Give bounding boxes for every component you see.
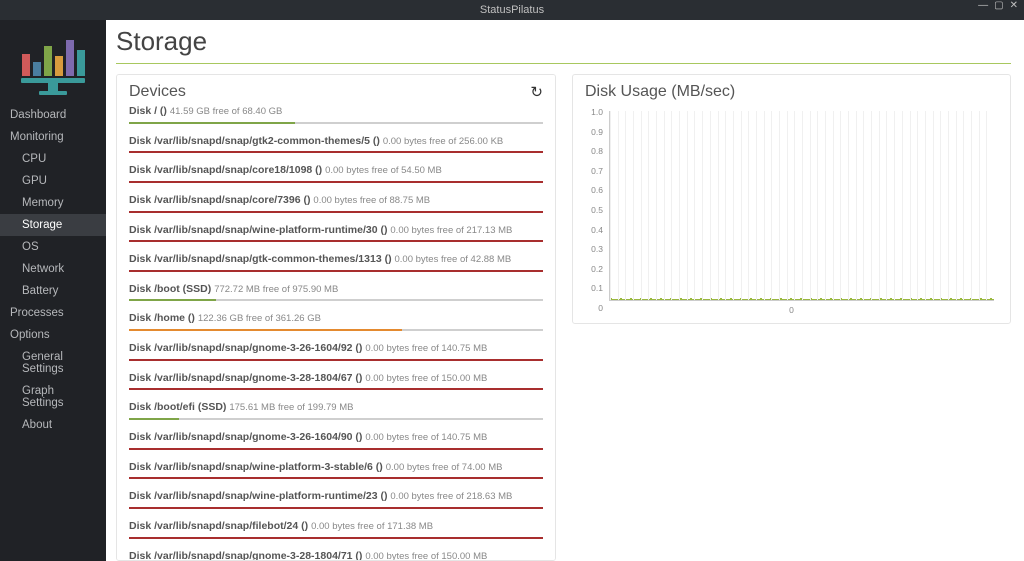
sidebar-item-dashboard[interactable]: Dashboard — [0, 104, 106, 126]
device-bar — [129, 359, 543, 361]
device-bar — [129, 329, 543, 331]
device-row: Disk /var/lib/snapd/snap/wine-platform-r… — [129, 224, 543, 243]
device-bar — [129, 151, 543, 153]
sidebar-nav: DashboardMonitoringCPUGPUMemoryStorageOS… — [0, 104, 106, 436]
sidebar: DashboardMonitoringCPUGPUMemoryStorageOS… — [0, 20, 106, 561]
disk-usage-panel: Disk Usage (MB/sec) 1.0 0.9 0.8 0.7 0.6 0.5 0.… — [572, 74, 1011, 324]
device-label: Disk /var/lib/snapd/snap/gnome-3-26-1604… — [129, 431, 543, 445]
devices-list: Disk / () 41.59 GB free of 68.40 GB Disk … — [129, 105, 543, 561]
device-bar — [129, 507, 543, 509]
minimize-icon[interactable]: — — [978, 0, 988, 11]
device-label: Disk /home () 122.36 GB free of 361.26 G… — [129, 312, 543, 326]
devices-panel: Devices ↻ Disk / () 41.59 GB free of 68.… — [116, 74, 556, 561]
sidebar-item-monitoring[interactable]: Monitoring — [0, 126, 106, 148]
chart-x-tick: 0 — [789, 305, 794, 315]
sidebar-item-processes[interactable]: Processes — [0, 302, 106, 324]
device-label: Disk /boot (SSD) 772.72 MB free of 975.9… — [129, 283, 543, 297]
sidebar-item-general-settings[interactable]: General Settings — [0, 346, 106, 380]
device-row: Disk /var/lib/snapd/snap/core/7396 () 0.… — [129, 194, 543, 213]
chart-y-tick: 0.3 — [585, 244, 603, 254]
sidebar-item-storage[interactable]: Storage — [0, 214, 106, 236]
sidebar-item-os[interactable]: OS — [0, 236, 106, 258]
device-bar — [129, 418, 543, 420]
device-row: Disk /var/lib/snapd/snap/gnome-3-28-1804… — [129, 372, 543, 391]
device-label: Disk /var/lib/snapd/snap/core/7396 () 0.… — [129, 194, 543, 208]
chart-plot — [609, 111, 994, 301]
refresh-button[interactable]: ↻ — [530, 83, 543, 101]
device-row: Disk /boot (SSD) 772.72 MB free of 975.9… — [129, 283, 543, 302]
device-label: Disk /var/lib/snapd/snap/gnome-3-28-1804… — [129, 372, 543, 386]
device-bar — [129, 181, 543, 183]
maximize-icon[interactable]: ▢ — [994, 0, 1003, 11]
sidebar-item-gpu[interactable]: GPU — [0, 170, 106, 192]
device-row: Disk / () 41.59 GB free of 68.40 GB — [129, 105, 543, 124]
device-bar — [129, 537, 543, 539]
device-row: Disk /var/lib/snapd/snap/gtk2-common-the… — [129, 135, 543, 154]
chart-y-tick: 0.8 — [585, 146, 603, 156]
device-label: Disk /var/lib/snapd/snap/gnome-3-28-1804… — [129, 550, 543, 561]
device-label: Disk /var/lib/snapd/snap/gtk2-common-the… — [129, 135, 543, 149]
device-bar — [129, 448, 543, 450]
refresh-icon: ↻ — [530, 84, 543, 101]
device-label: Disk / () 41.59 GB free of 68.40 GB — [129, 105, 543, 119]
device-row: Disk /home () 122.36 GB free of 361.26 G… — [129, 312, 543, 331]
chart-y-tick: 1.0 — [585, 107, 603, 117]
device-label: Disk /var/lib/snapd/snap/gtk-common-them… — [129, 253, 543, 267]
device-row: Disk /var/lib/snapd/snap/gnome-3-28-1804… — [129, 550, 543, 561]
device-label: Disk /var/lib/snapd/snap/gnome-3-26-1604… — [129, 342, 543, 356]
sidebar-item-options[interactable]: Options — [0, 324, 106, 346]
device-row: Disk /var/lib/snapd/snap/core18/1098 () … — [129, 164, 543, 183]
device-row: Disk /var/lib/snapd/snap/wine-platform-3… — [129, 461, 543, 480]
page-title: Storage — [116, 26, 1011, 57]
device-bar — [129, 211, 543, 213]
device-bar — [129, 270, 543, 272]
disk-usage-chart: 1.0 0.9 0.8 0.7 0.6 0.5 0.4 0.3 0.2 0.1 0 0 — [585, 107, 998, 313]
device-label: Disk /var/lib/snapd/snap/wine-platform-r… — [129, 490, 543, 504]
device-bar — [129, 477, 543, 479]
chart-y-tick: 0.2 — [585, 264, 603, 274]
device-row: Disk /var/lib/snapd/snap/gnome-3-26-1604… — [129, 342, 543, 361]
device-bar — [129, 299, 543, 301]
device-row: Disk /var/lib/snapd/snap/gtk-common-them… — [129, 253, 543, 272]
chart-y-tick: 0.1 — [585, 283, 603, 293]
device-row: Disk /var/lib/snapd/snap/wine-platform-r… — [129, 490, 543, 509]
chart-y-tick: 0.9 — [585, 127, 603, 137]
chart-y-axis: 1.0 0.9 0.8 0.7 0.6 0.5 0.4 0.3 0.2 0.1 0 — [585, 107, 607, 313]
device-row: Disk /var/lib/snapd/snap/gnome-3-26-1604… — [129, 431, 543, 450]
chart-y-tick: 0.4 — [585, 225, 603, 235]
chart-y-tick: 0.5 — [585, 205, 603, 215]
device-bar — [129, 388, 543, 390]
disk-usage-title: Disk Usage (MB/sec) — [585, 83, 998, 101]
sidebar-item-about[interactable]: About — [0, 414, 106, 436]
main-content: Storage Devices ↻ Disk / () 41.59 GB fre… — [106, 20, 1024, 561]
sidebar-item-graph-settings[interactable]: Graph Settings — [0, 380, 106, 414]
device-label: Disk /var/lib/snapd/snap/core18/1098 () … — [129, 164, 543, 178]
sidebar-item-network[interactable]: Network — [0, 258, 106, 280]
device-bar — [129, 240, 543, 242]
app-logo — [0, 20, 106, 104]
close-icon[interactable]: ✕ — [1010, 0, 1018, 11]
devices-title: Devices — [129, 83, 186, 101]
device-label: Disk /var/lib/snapd/snap/filebot/24 () 0… — [129, 520, 543, 534]
title-underline — [116, 63, 1011, 64]
chart-y-tick: 0.7 — [585, 166, 603, 176]
device-row: Disk /var/lib/snapd/snap/filebot/24 () 0… — [129, 520, 543, 539]
sidebar-item-memory[interactable]: Memory — [0, 192, 106, 214]
device-label: Disk /var/lib/snapd/snap/wine-platform-r… — [129, 224, 543, 238]
device-label: Disk /boot/efi (SSD) 175.61 MB free of 1… — [129, 401, 543, 415]
chart-y-tick: 0 — [585, 303, 603, 313]
window-title: StatusPilatus — [480, 4, 544, 16]
sidebar-item-cpu[interactable]: CPU — [0, 148, 106, 170]
device-row: Disk /boot/efi (SSD) 175.61 MB free of 1… — [129, 401, 543, 420]
chart-y-tick: 0.6 — [585, 185, 603, 195]
sidebar-item-battery[interactable]: Battery — [0, 280, 106, 302]
device-label: Disk /var/lib/snapd/snap/wine-platform-3… — [129, 461, 543, 475]
device-bar — [129, 122, 543, 124]
window-titlebar: StatusPilatus — ▢ ✕ — [0, 0, 1024, 20]
